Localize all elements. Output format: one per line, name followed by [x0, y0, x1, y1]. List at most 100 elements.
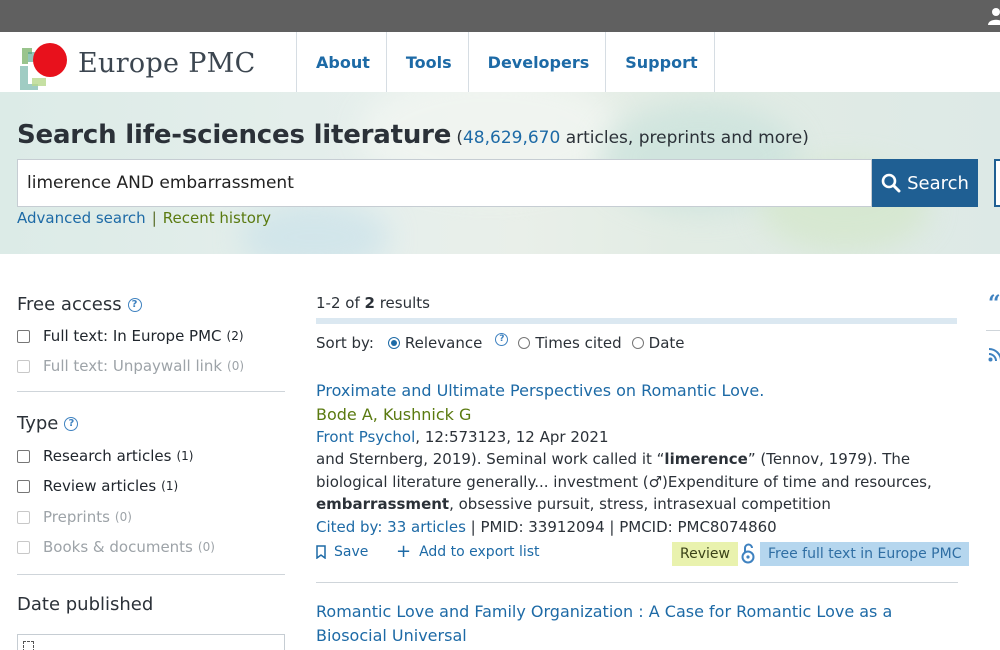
- sort-relevance[interactable]: Relevance: [387, 334, 483, 352]
- filter-count: (0): [114, 510, 132, 524]
- journal-link[interactable]: Front Psychol: [316, 428, 415, 446]
- plus-icon: +: [396, 540, 412, 562]
- article-count[interactable]: 48,629,670: [463, 128, 560, 148]
- snippet-highlight: embarrassment: [316, 495, 450, 513]
- filter-full-text-unpaywall: Full text: Unpaywall link (0): [17, 357, 244, 375]
- result-actions: Save + Add to export list Review Free fu…: [316, 540, 970, 568]
- save-button[interactable]: Save: [316, 544, 368, 560]
- filter-count: (1): [176, 449, 194, 463]
- logo-text: Europe PMC: [78, 48, 256, 79]
- filter-label: Full text: Unpaywall link: [43, 357, 223, 375]
- top-bar: [0, 0, 1000, 32]
- date-published-heading: Date published: [17, 594, 153, 615]
- results-range: 1-2 of: [316, 294, 365, 312]
- filter-preprints: Preprints (0): [17, 508, 132, 526]
- checkbox: [17, 510, 30, 524]
- result-snippet: and Sternberg, 2019). Seminal work calle…: [316, 448, 958, 516]
- result-meta: Cited by: 33 articles | PMID: 33912094 |…: [316, 516, 958, 538]
- result-title[interactable]: Proximate and Ultimate Perspectives on R…: [316, 379, 958, 403]
- nav-developers[interactable]: Developers: [467, 32, 606, 92]
- type-title: Type: [17, 413, 59, 434]
- export-label: Add to export list: [419, 543, 540, 560]
- save-label: Save: [334, 543, 369, 560]
- article-count-suffix: articles, preprints and more): [560, 128, 809, 148]
- rss-icon[interactable]: [988, 348, 1000, 362]
- advanced-search-link[interactable]: Advanced search: [17, 209, 146, 227]
- europe-pmc-logo[interactable]: Europe PMC: [16, 36, 276, 90]
- search-links: Advanced search | Recent history: [17, 209, 271, 227]
- sort-option-label: Relevance: [404, 334, 483, 352]
- filter-label: Full text: In Europe PMC: [43, 327, 222, 345]
- search-query-value: limerence AND embarrassment: [27, 173, 294, 193]
- free-access-heading: Free access ?: [17, 294, 142, 315]
- sort-option-label: Times cited: [535, 334, 622, 352]
- divider: [986, 330, 1000, 331]
- divider: [17, 574, 285, 575]
- free-full-text-link[interactable]: Free full text in Europe PMC: [760, 541, 970, 566]
- filter-label: Preprints: [43, 508, 110, 526]
- result-item: Romantic Love and Family Organization : …: [316, 600, 958, 648]
- secondary-search-button[interactable]: [994, 159, 1000, 207]
- results-total: 2: [364, 294, 375, 312]
- result-title[interactable]: Romantic Love and Family Organization : …: [316, 600, 958, 648]
- free-access-title: Free access: [17, 294, 122, 315]
- results-suffix: results: [374, 294, 430, 312]
- checkbox[interactable]: [17, 329, 30, 343]
- filter-count: (1): [161, 479, 179, 493]
- filter-count: (2): [226, 329, 244, 343]
- main-nav: About Tools Developers Support: [296, 32, 715, 92]
- article-count-text: (48,629,670 articles, preprints and more…: [456, 128, 809, 148]
- help-icon[interactable]: ?: [127, 297, 142, 312]
- filter-review-articles[interactable]: Review articles (1): [17, 477, 178, 495]
- sort-options: Sort by: Relevance ? Times cited Date: [316, 332, 695, 352]
- user-icon[interactable]: [988, 7, 1000, 25]
- radio-button[interactable]: [518, 337, 531, 349]
- recent-history-link[interactable]: Recent history: [163, 209, 271, 227]
- citation-details: , 12:573123, 12 Apr 2021: [415, 428, 609, 446]
- search-input[interactable]: limerence AND embarrassment: [17, 159, 872, 207]
- date-range-widget[interactable]: [17, 634, 285, 650]
- page-title: Search life-sciences literature (48,629,…: [17, 120, 809, 150]
- add-to-export-button[interactable]: + Add to export list: [396, 540, 540, 562]
- nav-about[interactable]: About: [296, 32, 386, 92]
- help-icon[interactable]: ?: [495, 332, 509, 346]
- checkbox: [17, 359, 30, 373]
- snippet-text: and Sternberg, 2019). Seminal work calle…: [316, 450, 665, 468]
- sort-times-cited[interactable]: Times cited: [518, 334, 622, 352]
- filter-label: Review articles: [43, 477, 157, 495]
- results-header-bar: [316, 318, 957, 324]
- divider: [316, 582, 958, 583]
- search-icon: [881, 173, 901, 193]
- filter-books-documents: Books & documents (0): [17, 538, 215, 556]
- result-item: Proximate and Ultimate Perspectives on R…: [316, 379, 970, 568]
- site-header: Europe PMC About Tools Developers Suppor…: [0, 32, 1000, 92]
- snippet-highlight: limerence: [664, 450, 748, 468]
- filter-count: (0): [227, 359, 245, 373]
- cited-by-link[interactable]: Cited by: 33 articles: [316, 518, 466, 536]
- radio-button[interactable]: [387, 337, 400, 349]
- snippet-text: , obsessive pursuit, stress, intrasexual…: [449, 495, 831, 513]
- paren-open: (: [456, 128, 463, 148]
- search-button[interactable]: Search: [872, 159, 978, 207]
- checkbox[interactable]: [17, 449, 30, 463]
- checkbox: [17, 540, 30, 554]
- nav-tools[interactable]: Tools: [385, 32, 468, 92]
- radio-button[interactable]: [631, 337, 644, 349]
- checkbox[interactable]: [17, 479, 30, 493]
- results-count: 1-2 of 2 results: [316, 294, 430, 312]
- expand-icon[interactable]: [23, 641, 34, 650]
- filter-full-text-europe-pmc[interactable]: Full text: In Europe PMC (2): [17, 327, 244, 345]
- sort-label: Sort by:: [316, 334, 374, 352]
- result-ids: | PMID: 33912094 | PMCID: PMC8074860: [465, 517, 777, 536]
- link-separator: |: [151, 209, 157, 227]
- filter-label: Books & documents: [43, 538, 193, 556]
- help-icon[interactable]: ?: [64, 416, 79, 431]
- open-access-icon: [741, 543, 755, 563]
- quote-icon[interactable]: “: [988, 293, 1000, 315]
- nav-support[interactable]: Support: [605, 32, 715, 92]
- filter-research-articles[interactable]: Research articles (1): [17, 447, 193, 465]
- search-button-label: Search: [907, 172, 969, 194]
- type-heading: Type ?: [17, 413, 79, 434]
- sort-date[interactable]: Date: [631, 334, 685, 352]
- result-authors[interactable]: Bode A, Kushnick G: [316, 403, 958, 426]
